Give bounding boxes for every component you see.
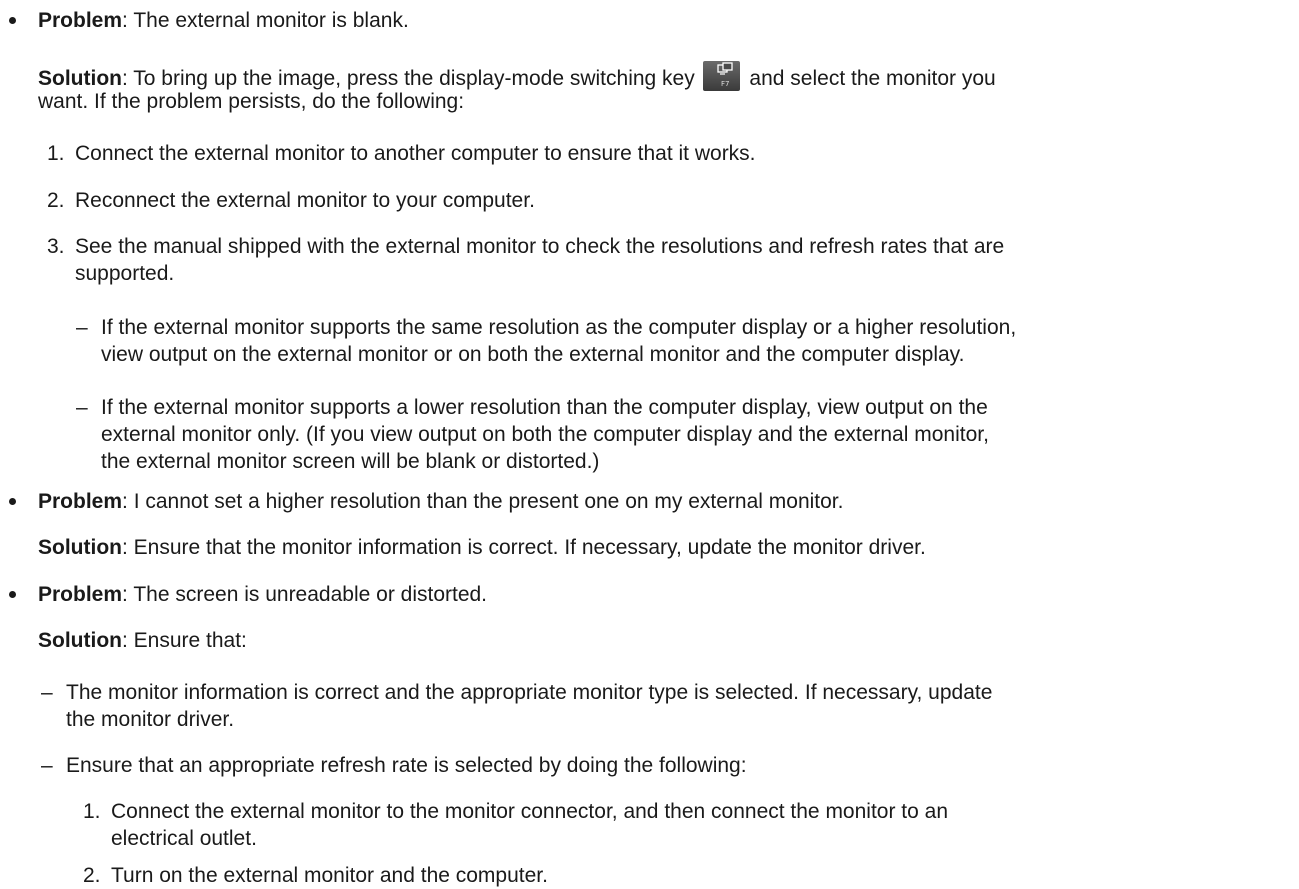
dash-marker: – (76, 316, 88, 339)
solution-line: Solution: Ensure that: (38, 627, 247, 654)
dash-marker: – (76, 396, 88, 419)
solution-text: : To bring up the image, press the displ… (121, 67, 695, 90)
solution-text: : Ensure that the monitor information is… (121, 536, 926, 559)
subpoint-text: If the external monitor supports a lower… (101, 396, 988, 419)
problem-label: Problem (38, 9, 123, 32)
problem-label: Problem (38, 583, 123, 606)
problem-text: : The external monitor is blank. (122, 9, 409, 32)
step-text: Connect the external monitor to another … (75, 142, 756, 165)
solution-text-cont: and select the monitor you (749, 67, 996, 90)
step-number: 3. (47, 235, 65, 258)
solution-text-wrap: want. If the problem persists, do the fo… (38, 90, 465, 113)
problem-text: : The screen is unreadable or distorted. (122, 583, 488, 606)
step-text: Reconnect the external monitor to your c… (75, 189, 535, 212)
step-text: Turn on the external monitor and the com… (111, 864, 548, 887)
solution-line: Solution: Ensure that the monitor inform… (38, 534, 926, 561)
subpoint-text: Ensure that an appropriate refresh rate … (66, 754, 747, 777)
display-mode-f7-key-icon: F7 (702, 61, 740, 91)
step-text-wrap: electrical outlet. (111, 827, 257, 850)
solution-text: : Ensure that: (121, 629, 247, 652)
problem-line: Problem: I cannot set a higher resolutio… (38, 488, 843, 515)
solution-label: Solution (38, 629, 122, 652)
subpoint-text: The monitor information is correct and t… (66, 681, 993, 704)
subpoint-text-wrap: the external monitor screen will be blan… (101, 450, 600, 473)
problem-line: Problem: The external monitor is blank. (38, 7, 409, 34)
step-text: Connect the external monitor to the moni… (111, 800, 949, 823)
bullet (9, 17, 16, 24)
solution-label: Solution (38, 67, 122, 90)
bullet (9, 498, 16, 505)
subpoint-text-wrap: the monitor driver. (66, 708, 235, 731)
step-number: 2. (83, 864, 101, 887)
subpoint-text-wrap: external monitor only. (If you view outp… (101, 423, 989, 446)
bullet (9, 591, 16, 598)
step-number: 1. (47, 142, 65, 165)
subpoint-text-wrap: view output on the external monitor or o… (101, 343, 965, 366)
solution-label: Solution (38, 536, 122, 559)
step-number: 1. (83, 800, 101, 823)
problem-label: Problem (38, 490, 123, 513)
step-text-wrap: supported. (75, 262, 175, 285)
troubleshooting-document: Problem: The external monitor is blank. … (0, 0, 1299, 887)
subpoint-text: If the external monitor supports the sam… (101, 316, 1017, 339)
step-number: 2. (47, 189, 65, 212)
key-caption: F7 (721, 80, 729, 88)
dash-marker: – (41, 681, 53, 704)
problem-line: Problem: The screen is unreadable or dis… (38, 581, 487, 608)
problem-text: : I cannot set a higher resolution than … (122, 490, 844, 513)
solution-line-2: want. If the problem persists, do the fo… (38, 88, 464, 115)
dash-marker: – (41, 754, 53, 777)
step-text: See the manual shipped with the external… (75, 235, 1005, 258)
